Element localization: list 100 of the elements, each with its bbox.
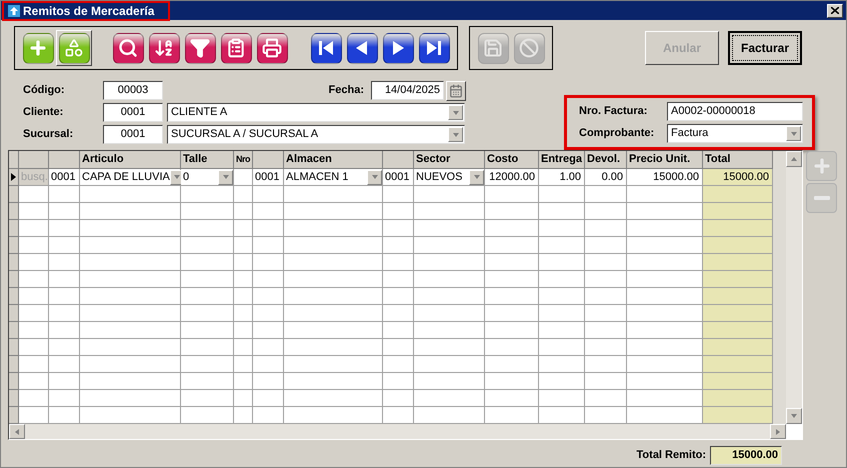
table-cell xyxy=(19,271,49,288)
close-button[interactable] xyxy=(827,4,843,18)
table-cell xyxy=(485,407,539,424)
dropdown-field[interactable]: CLIENTE A xyxy=(167,103,465,122)
row-indicator xyxy=(9,203,19,220)
toolbar-button[interactable] xyxy=(346,32,378,64)
down-arrow-icon xyxy=(790,412,798,420)
row-indicator xyxy=(9,288,19,305)
table-cell xyxy=(49,186,80,203)
field-label: Cliente: xyxy=(23,105,64,120)
code-field[interactable]: 00003 xyxy=(103,81,163,100)
total-field[interactable]: 15000.00 xyxy=(710,446,782,465)
table-cell xyxy=(253,271,284,288)
table-cell xyxy=(253,203,284,220)
table-cell xyxy=(485,203,539,220)
table-cell xyxy=(703,407,773,424)
table-cell xyxy=(253,186,284,203)
table-cell: 0001 xyxy=(383,169,414,186)
scroll-down-button[interactable] xyxy=(786,408,802,424)
table-cell xyxy=(703,390,773,407)
table-cell xyxy=(585,288,627,305)
table-cell xyxy=(49,237,80,254)
save-icon xyxy=(483,38,503,58)
up-arrow-icon xyxy=(790,155,798,163)
table-cell xyxy=(703,203,773,220)
table-cell xyxy=(49,356,80,373)
vertical-scrollbar[interactable] xyxy=(786,151,802,424)
caret-icon xyxy=(222,173,230,181)
column-header: Devol. xyxy=(585,151,627,169)
calendar-button[interactable] xyxy=(446,80,466,100)
table-cell xyxy=(585,254,627,271)
row-indicator xyxy=(9,356,19,373)
table-cell xyxy=(539,237,585,254)
clipboard-icon xyxy=(226,38,246,58)
scroll-up-button[interactable] xyxy=(786,151,802,167)
field-label: Sucursal: xyxy=(23,127,74,142)
skip-icon xyxy=(424,38,444,58)
table-cell xyxy=(383,339,414,356)
toolbar-button[interactable] xyxy=(112,32,144,64)
invoice-number-field[interactable]: A0002-00000018 xyxy=(667,102,803,121)
field-label: Código: xyxy=(23,83,66,98)
table-cell xyxy=(703,305,773,322)
row-indicator xyxy=(9,339,19,356)
sort-icon xyxy=(154,38,174,58)
toolbar-button[interactable] xyxy=(148,32,180,64)
dropdown-field[interactable]: SUCURSAL A / SUCURSAL A xyxy=(167,125,465,144)
table-cell xyxy=(234,186,253,203)
toolbar-button[interactable] xyxy=(310,32,342,64)
table-cell xyxy=(383,237,414,254)
table-cell xyxy=(485,186,539,203)
caret-icon xyxy=(173,173,182,181)
column-header xyxy=(19,151,49,169)
table-cell xyxy=(585,271,627,288)
action-button[interactable]: Facturar xyxy=(728,31,802,65)
column-header: Nro xyxy=(234,151,253,169)
table-cell xyxy=(585,407,627,424)
table-cell xyxy=(414,203,485,220)
table-cell xyxy=(49,339,80,356)
plus-icon xyxy=(28,38,48,58)
toolbar-button[interactable] xyxy=(184,32,216,64)
table-cell xyxy=(253,390,284,407)
table-cell xyxy=(585,203,627,220)
table-cell xyxy=(585,356,627,373)
toolbar-button[interactable] xyxy=(382,32,414,64)
skip-icon xyxy=(316,38,336,58)
code-field[interactable]: 0001 xyxy=(103,103,163,122)
table-cell xyxy=(414,271,485,288)
scroll-left-button[interactable] xyxy=(9,424,25,439)
table-cell xyxy=(49,390,80,407)
table-cell: ALMACEN 1 xyxy=(284,169,383,186)
table-cell xyxy=(414,339,485,356)
toolbar-button[interactable] xyxy=(256,32,288,64)
horizontal-scrollbar[interactable] xyxy=(9,424,786,439)
table-cell xyxy=(485,237,539,254)
code-field[interactable]: 0001 xyxy=(103,125,163,144)
dropdown-field[interactable]: Factura xyxy=(667,124,803,143)
toolbar-button[interactable] xyxy=(418,32,450,64)
table-cell xyxy=(49,373,80,390)
table-cell xyxy=(181,220,234,237)
toolbar-button[interactable] xyxy=(220,32,252,64)
table-cell xyxy=(253,373,284,390)
table-cell xyxy=(253,237,284,254)
table-cell xyxy=(485,356,539,373)
table-cell xyxy=(49,220,80,237)
scroll-right-button[interactable] xyxy=(770,424,786,439)
field-label: Fecha: xyxy=(328,83,364,98)
table-cell xyxy=(253,356,284,373)
table-cell xyxy=(181,407,234,424)
table-cell xyxy=(49,322,80,339)
table-cell xyxy=(539,322,585,339)
table-cell xyxy=(383,390,414,407)
table-cell xyxy=(234,322,253,339)
date-field[interactable]: 14/04/2025 xyxy=(371,81,444,100)
table-cell xyxy=(383,271,414,288)
plus-icon xyxy=(812,156,832,176)
caret-icon xyxy=(370,173,378,181)
column-header: Precio Unit. xyxy=(627,151,703,169)
table-cell xyxy=(49,407,80,424)
left-arrow-icon xyxy=(13,428,21,436)
table-cell xyxy=(485,271,539,288)
